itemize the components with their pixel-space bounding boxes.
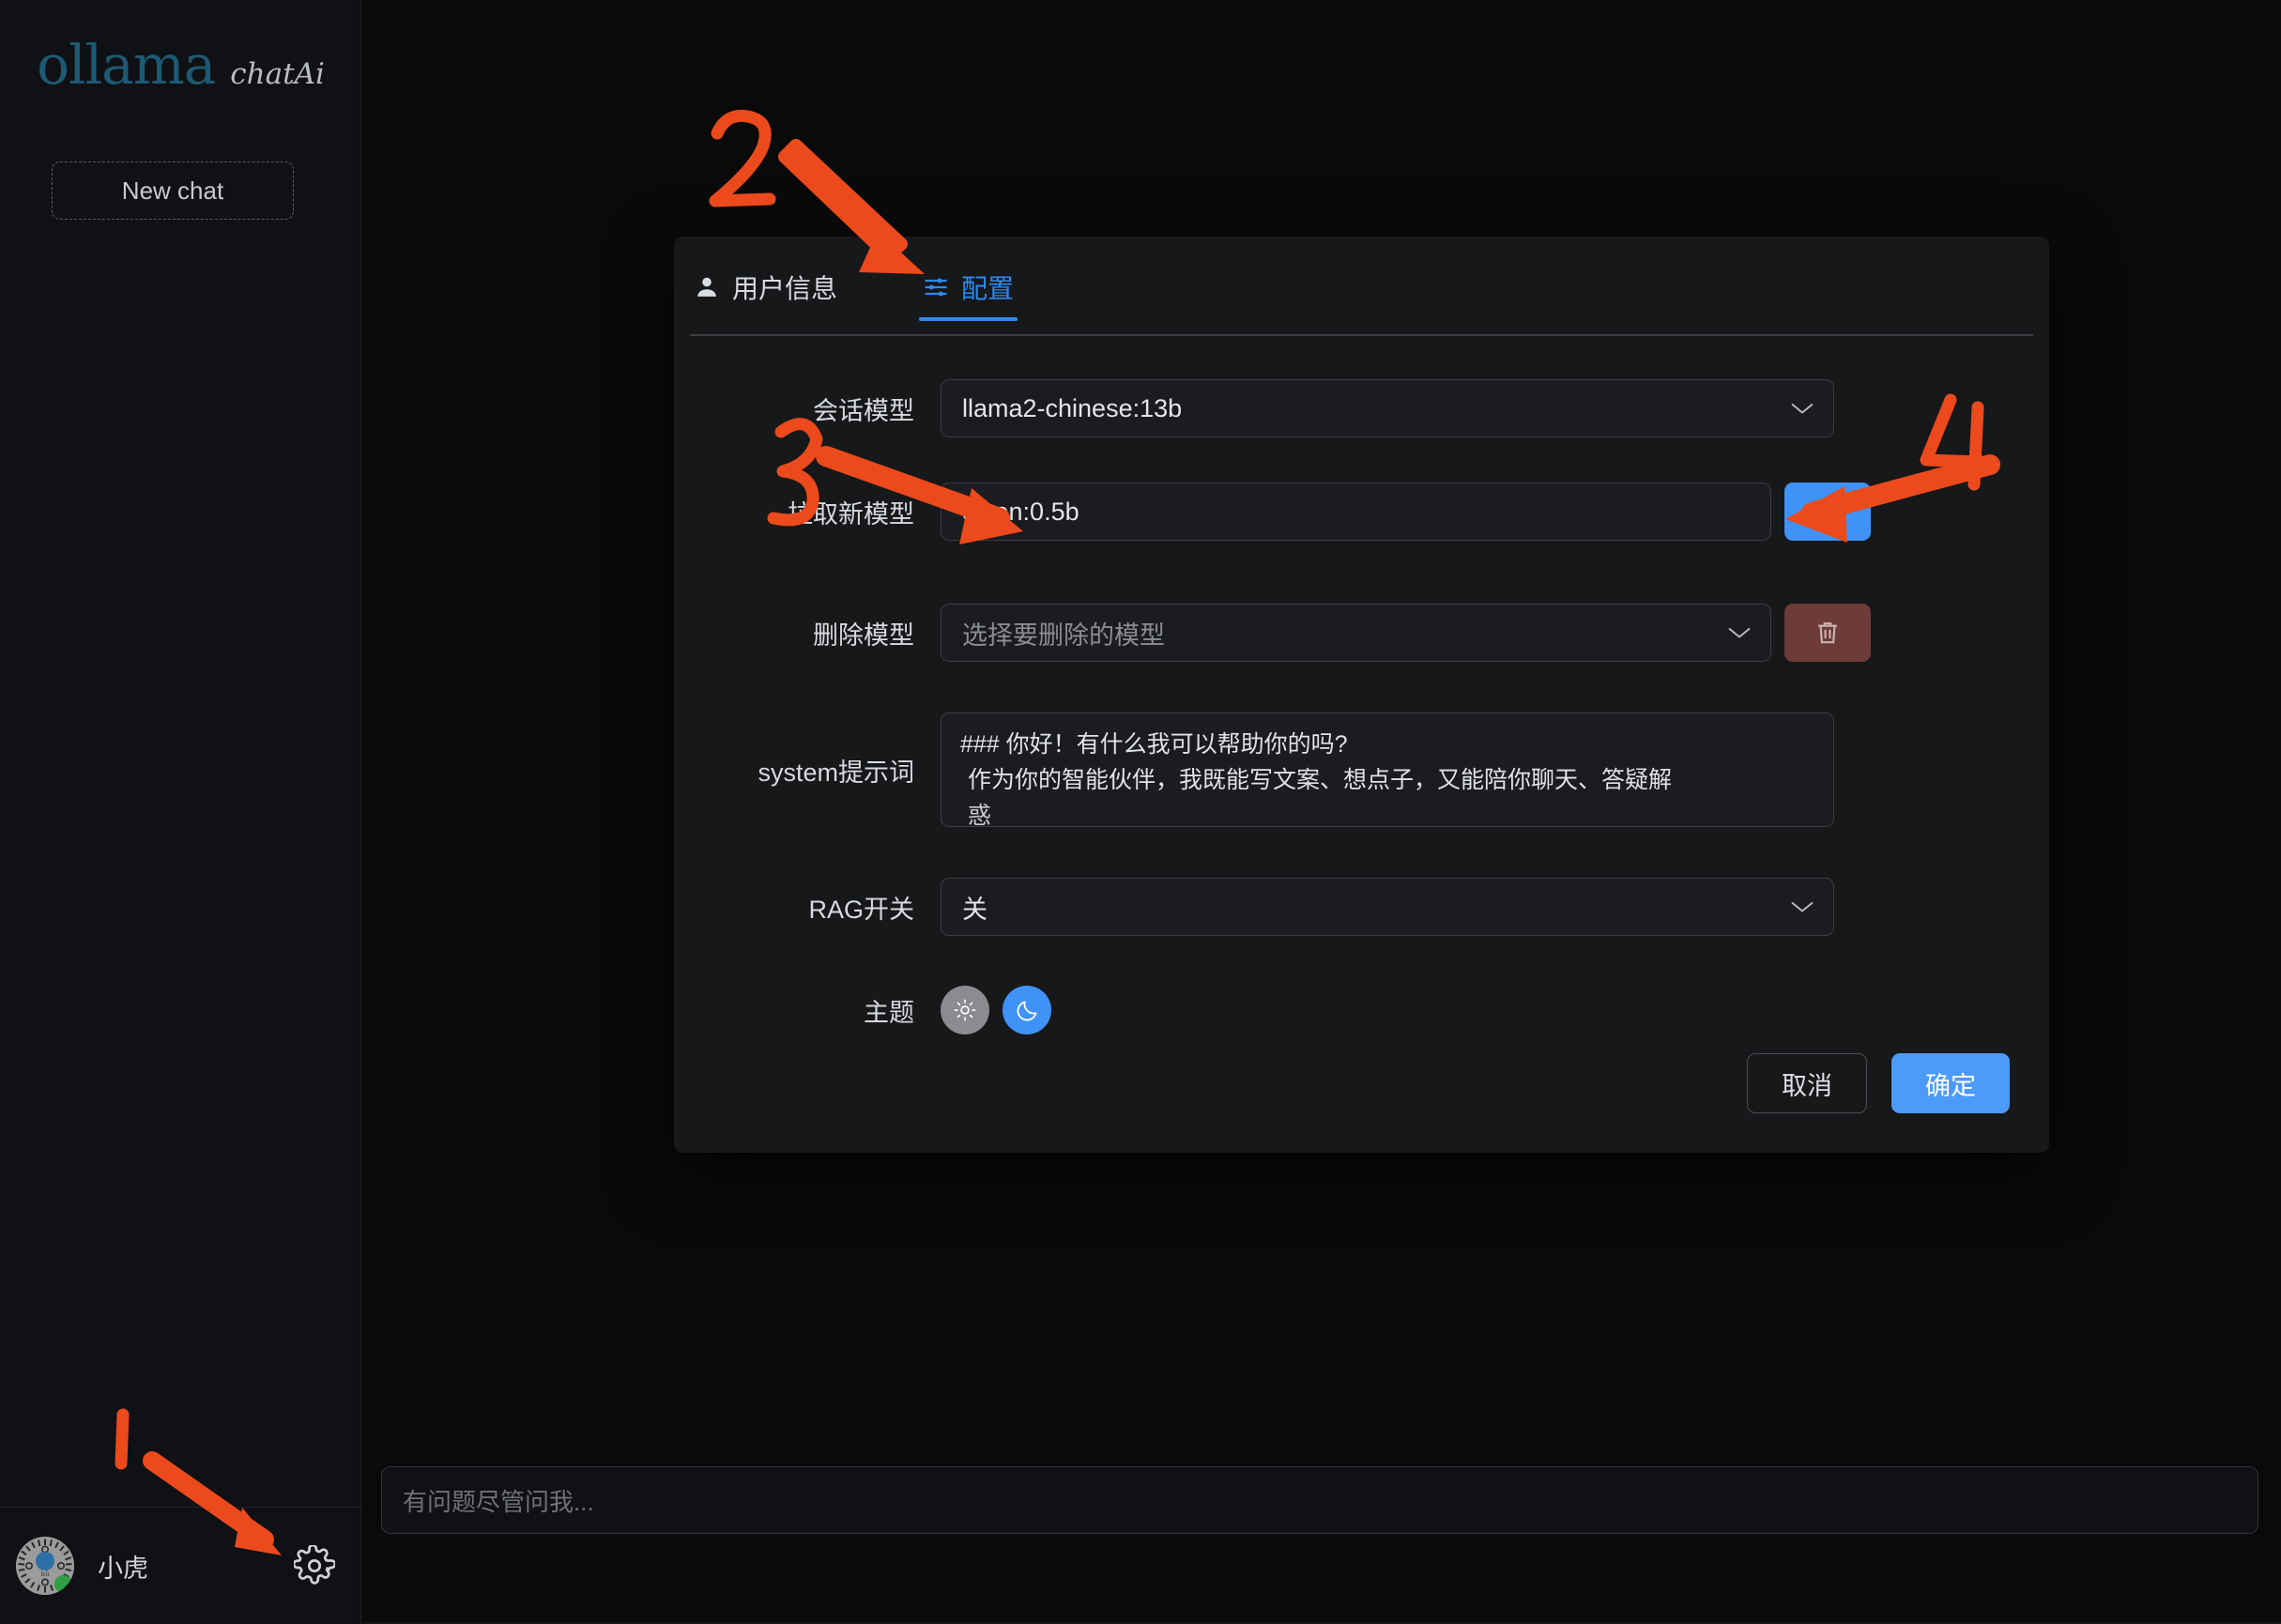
tab-config[interactable]: 配置 [919,253,1018,321]
sliders-icon [925,278,947,297]
system-prompt-line-1: ### 你好！有什么我可以帮助你的吗? [960,731,1348,758]
pull-model-value: qwen:0.5b [962,497,1079,526]
config-form: 会话模型 llama2-chinese:13b 拉取新模型 qwen:0.5b [674,368,2049,1055]
tab-user-info-label: 用户信息 [732,274,838,303]
tabs-bottom-rule [690,334,2033,336]
wechat-badge-icon [54,1575,72,1593]
delete-model-select[interactable]: 选择要删除的模型 [941,604,1771,662]
chat-model-value: llama2-chinese:13b [962,393,1183,422]
chevron-down-icon [1791,901,1814,912]
svg-text:hǔ: hǔ [40,1570,50,1578]
chat-model-control: llama2-chinese:13b [941,379,1834,437]
app-root: ollama chatAi New chat hǔ 小虎 有问题尽管问我... … [0,0,2281,1624]
settings-dialog: 用户信息 配置 会话模型 llama2-chinese:13b 拉取新模型 qw… [674,237,2049,1153]
pull-model-add-button[interactable] [1784,483,1871,541]
chevron-down-icon [1728,627,1751,638]
plus-circle-icon [1814,498,1842,526]
row-system-prompt: system提示词 ### 你好！有什么我可以帮助你的吗? 作为你的智能伙伴，我… [674,691,2049,849]
settings-gear-button[interactable] [292,1543,337,1588]
chat-input[interactable]: 有问题尽管问我... [381,1466,2258,1534]
row-pull-model: 拉取新模型 qwen:0.5b [674,449,2049,575]
trash-icon [1818,622,1837,644]
sidebar-user-row: hǔ 小虎 [0,1508,361,1624]
confirm-button[interactable]: 确定 [1891,1053,2010,1113]
row-rag-switch: RAG开关 关 [674,849,2049,965]
rag-switch-control: 关 [941,878,1834,936]
user-name: 小虎 [98,1554,148,1583]
system-prompt-textarea[interactable]: ### 你好！有什么我可以帮助你的吗? 作为你的智能伙伴，我既能写文案、想点子，… [941,712,1834,827]
cancel-button[interactable]: 取消 [1747,1053,1867,1113]
composer-wrapper: 有问题尽管问我... [381,1466,2258,1534]
delete-model-label: 删除模型 [813,620,914,650]
chat-model-select[interactable]: llama2-chinese:13b [941,379,1834,437]
system-prompt-line-3: 惑 [968,803,992,827]
moon-icon [1017,1001,1036,1020]
rag-switch-select[interactable]: 关 [941,878,1834,936]
dialog-tabs: 用户信息 配置 [690,253,2033,334]
gear-icon [294,1545,335,1585]
rag-switch-value: 关 [962,895,987,924]
brand-ollama-text: ollama [37,33,216,97]
brand-chatai-text: chatAi [230,57,325,91]
row-chat-model: 会话模型 llama2-chinese:13b [674,368,2049,449]
chat-model-label: 会话模型 [813,396,914,425]
chevron-down-icon [1791,403,1814,414]
system-prompt-line-2: 作为你的智能伙伴，我既能写文案、想点子，又能陪你聊天、答疑解 [968,767,1673,793]
person-icon [697,277,716,297]
avatar-center-mark [36,1552,54,1571]
sun-icon [954,999,976,1021]
pull-model-input[interactable]: qwen:0.5b [941,483,1771,541]
tab-user-info[interactable]: 用户信息 [690,253,841,321]
row-theme: 主题 [674,965,2049,1055]
dialog-footer: 取消 确定 [1747,1053,2010,1113]
delete-model-control: 选择要删除的模型 [941,604,1871,662]
pull-model-control: qwen:0.5b [941,483,1871,541]
delete-model-placeholder: 选择要删除的模型 [962,620,1165,650]
rag-switch-label: RAG开关 [808,895,914,924]
tab-config-label: 配置 [961,274,1015,303]
theme-control [941,986,1051,1034]
system-prompt-label: system提示词 [758,758,914,787]
system-prompt-control: ### 你好！有什么我可以帮助你的吗? 作为你的智能伙伴，我既能写文案、想点子，… [941,712,1834,827]
new-chat-button[interactable]: New chat [52,161,294,220]
sidebar: ollama chatAi New chat hǔ 小虎 [0,0,361,1624]
theme-label: 主题 [864,998,914,1027]
theme-option-light[interactable] [941,986,989,1034]
tab-active-underline [919,317,1018,321]
delete-model-button[interactable] [1784,604,1871,662]
theme-option-dark[interactable] [1003,986,1051,1034]
row-delete-model: 删除模型 选择要删除的模型 [674,575,2049,691]
avatar: hǔ [16,1537,74,1595]
chat-input-placeholder: 有问题尽管问我... [403,1487,594,1516]
brand-logo: ollama chatAi [0,38,361,92]
pull-model-label: 拉取新模型 [788,499,914,529]
